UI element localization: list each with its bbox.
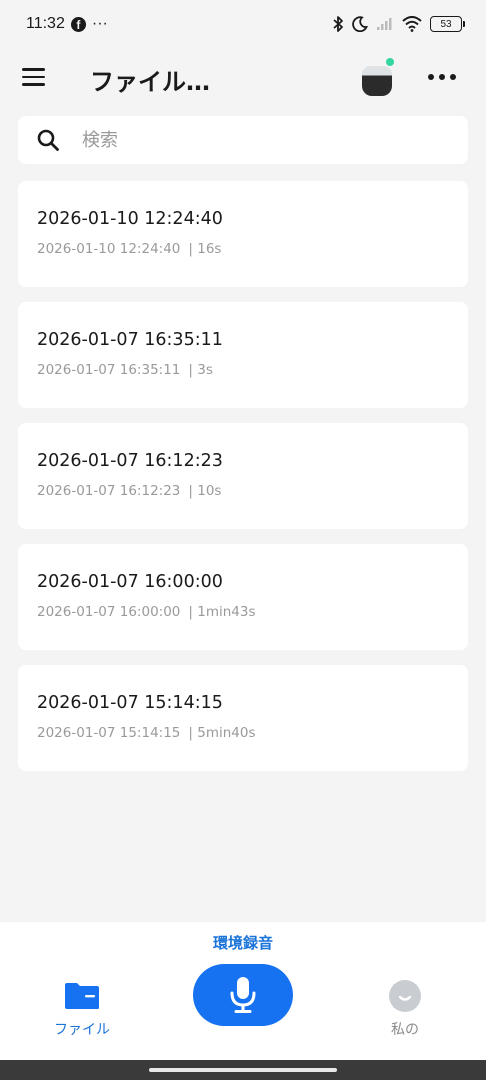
battery-level: 53 — [440, 18, 452, 30]
recording-mode-label[interactable]: 環境録音 — [0, 932, 486, 953]
recording-item[interactable]: 2026-01-07 15:14:15 2026-01-07 15:14:15 … — [18, 665, 468, 771]
folder-icon — [65, 983, 99, 1009]
status-time: 11:32 — [26, 15, 65, 32]
recording-title: 2026-01-07 15:14:15 — [37, 693, 223, 713]
recording-title: 2026-01-07 16:00:00 — [37, 572, 223, 592]
device-icon[interactable] — [360, 58, 394, 98]
recording-duration: | 3s — [188, 362, 213, 378]
connection-status-dot — [386, 58, 394, 66]
search-icon — [37, 129, 59, 151]
recording-item[interactable]: 2026-01-07 16:00:00 2026-01-07 16:00:00 … — [18, 544, 468, 650]
nav-me-label: 私の — [391, 1022, 419, 1038]
moon-icon — [352, 16, 368, 32]
recording-meta: 2026-01-07 15:14:15 | 5min40s — [37, 725, 256, 741]
record-button[interactable] — [193, 964, 293, 1026]
status-bar: 11:32 f ··· 53 — [0, 0, 486, 48]
recording-meta: 2026-01-07 16:00:00 | 1min43s — [37, 604, 256, 620]
status-overflow: ··· — [91, 15, 108, 32]
search-input[interactable] — [82, 124, 452, 156]
recording-duration: | 5min40s — [188, 725, 256, 741]
recording-title: 2026-01-10 12:24:40 — [37, 209, 223, 229]
menu-icon[interactable] — [22, 68, 46, 88]
recording-duration: | 1min43s — [188, 604, 256, 620]
search-box[interactable] — [18, 116, 468, 164]
nav-files[interactable]: ファイル — [44, 978, 120, 1038]
gesture-bar — [0, 1060, 486, 1080]
recording-date: 2026-01-10 12:24:40 — [37, 241, 181, 257]
recording-meta: 2026-01-07 16:12:23 | 10s — [37, 483, 221, 499]
recording-meta: 2026-01-07 16:35:11 | 3s — [37, 362, 213, 378]
signal-icon — [377, 18, 392, 30]
more-icon[interactable] — [428, 74, 456, 80]
profile-icon — [389, 980, 421, 1012]
recording-duration: | 10s — [188, 483, 222, 499]
page-title: ファイル… — [90, 68, 210, 96]
recording-date: 2026-01-07 15:14:15 — [37, 725, 181, 741]
gesture-handle[interactable] — [149, 1068, 337, 1072]
nav-me[interactable]: 私の — [372, 978, 438, 1038]
status-right: 53 — [332, 15, 465, 33]
wifi-icon — [402, 16, 422, 32]
facebook-icon: f — [70, 16, 86, 32]
recording-date: 2026-01-07 16:12:23 — [37, 483, 181, 499]
recording-date: 2026-01-07 16:35:11 — [37, 362, 181, 378]
battery-icon: 53 — [430, 16, 465, 32]
recording-date: 2026-01-07 16:00:00 — [37, 604, 181, 620]
recording-duration: | 16s — [188, 241, 222, 257]
recording-item[interactable]: 2026-01-07 16:35:11 2026-01-07 16:35:11 … — [18, 302, 468, 408]
recording-title: 2026-01-07 16:35:11 — [37, 330, 223, 350]
recording-item[interactable]: 2026-01-07 16:12:23 2026-01-07 16:12:23 … — [18, 423, 468, 529]
recording-meta: 2026-01-10 12:24:40 | 16s — [37, 241, 221, 257]
recording-item[interactable]: 2026-01-10 12:24:40 2026-01-10 12:24:40 … — [18, 181, 468, 287]
nav-files-label: ファイル — [54, 1022, 110, 1038]
recording-title: 2026-01-07 16:12:23 — [37, 451, 223, 471]
bluetooth-icon — [333, 16, 343, 32]
app-bar: ファイル… — [0, 52, 486, 104]
bottom-nav: 環境録音 ファイル 私の — [0, 922, 486, 1060]
status-left: 11:32 f ··· — [26, 15, 108, 33]
microphone-icon — [230, 977, 256, 1013]
